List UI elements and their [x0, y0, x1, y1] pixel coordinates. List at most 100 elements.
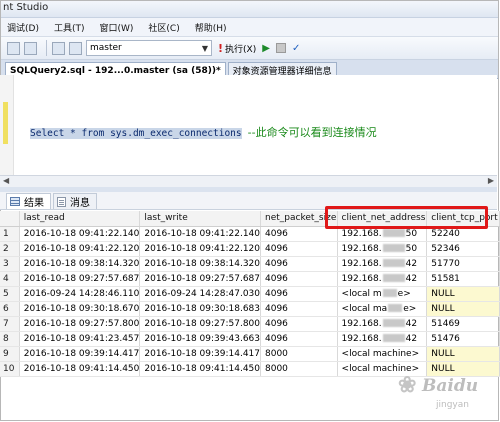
- code-line[interactable]: Select * from sys.dm_exec_connections --此…: [30, 124, 377, 140]
- cell-client-address[interactable]: 192.168. 42: [337, 331, 428, 347]
- cell-client-port[interactable]: NULL: [426, 286, 500, 302]
- address-visible-suffix: 42: [405, 258, 418, 269]
- row-number[interactable]: 6: [0, 301, 20, 317]
- save-icon[interactable]: [7, 41, 20, 55]
- cell-client-port[interactable]: 51581: [426, 271, 500, 287]
- execute-label: 执行(X): [225, 44, 257, 55]
- results-grid[interactable]: last_read last_write net_packet_size cli…: [0, 211, 500, 377]
- row-number[interactable]: 10: [0, 361, 20, 377]
- watermark-brand: Baidu: [422, 376, 479, 396]
- cell-last-read[interactable]: 2016-10-18 09:27:57.800: [19, 316, 141, 332]
- cell-last-read[interactable]: 2016-10-18 09:38:14.320: [19, 256, 141, 272]
- row-number[interactable]: 1: [0, 226, 20, 242]
- paw-logo-icon: ❀: [398, 372, 417, 398]
- cell-packet-size[interactable]: 4096: [260, 256, 338, 272]
- row-number[interactable]: 7: [0, 316, 20, 332]
- row-number[interactable]: 5: [0, 286, 20, 302]
- row-number[interactable]: 8: [0, 331, 20, 347]
- cell-packet-size[interactable]: 4096: [260, 331, 338, 347]
- cell-client-port[interactable]: 51770: [426, 256, 500, 272]
- cell-last-read[interactable]: 2016-09-24 14:28:46.110: [19, 286, 141, 302]
- editor-horizontal-scrollbar[interactable]: ◀ ▶: [0, 175, 497, 187]
- cell-last-read[interactable]: 2016-10-18 09:41:22.140: [19, 226, 141, 242]
- column-header[interactable]: last_write: [139, 211, 261, 227]
- cell-last-write[interactable]: 2016-10-18 09:39:43.663: [139, 331, 261, 347]
- cell-packet-size[interactable]: 4096: [260, 241, 338, 257]
- tab-messages[interactable]: 消息: [53, 193, 97, 209]
- menu-bar: 调试(D) 工具(T) 窗口(W) 社区(C) 帮助(H): [1, 18, 498, 37]
- table-row[interactable]: 9 2016-10-18 09:39:14.417 2016-10-18 09:39…: [0, 346, 500, 362]
- table-row[interactable]: 5 2016-09-24 14:28:46.110 2016-09-24 14:28…: [0, 286, 500, 302]
- cell-client-address[interactable]: 192.168. 42: [337, 271, 428, 287]
- table-row[interactable]: 6 2016-10-18 09:30:18.670 2016-10-18 09:30…: [0, 301, 500, 317]
- table-row[interactable]: 3 2016-10-18 09:38:14.320 2016-10-18 09:38…: [0, 256, 500, 272]
- cell-last-write[interactable]: 2016-10-18 09:41:22.120: [139, 241, 261, 257]
- table-row[interactable]: 2 2016-10-18 09:41:22.120 2016-10-18 09:41…: [0, 241, 500, 257]
- table-row[interactable]: 7 2016-10-18 09:27:57.800 2016-10-18 09:27…: [0, 316, 500, 332]
- redaction-blur: [382, 244, 405, 252]
- cell-client-port[interactable]: 51469: [426, 316, 500, 332]
- stop-icon[interactable]: [275, 43, 286, 53]
- menu-community[interactable]: 社区(C): [148, 21, 179, 34]
- menu-debug[interactable]: 调试(D): [7, 21, 39, 34]
- row-number-header[interactable]: [0, 211, 20, 227]
- cell-client-port[interactable]: NULL: [426, 301, 500, 317]
- cell-last-read[interactable]: 2016-10-18 09:30:18.670: [19, 301, 141, 317]
- cell-last-write[interactable]: 2016-10-18 09:41:14.450: [139, 361, 261, 377]
- cell-last-write[interactable]: 2016-09-24 14:28:47.030: [139, 286, 261, 302]
- table-row[interactable]: 8 2016-10-18 09:41:23.457 2016-10-18 09:39…: [0, 331, 500, 347]
- cell-last-write[interactable]: 2016-10-18 09:41:22.140: [139, 226, 261, 242]
- cell-last-read[interactable]: 2016-10-18 09:27:57.687: [19, 271, 141, 287]
- toolbar-separator: [46, 40, 47, 56]
- address-visible-part: 192.168.: [341, 333, 382, 344]
- cell-client-address[interactable]: <local machine>: [337, 346, 428, 362]
- query-editor[interactable]: Select * from sys.dm_exec_connections --此…: [0, 75, 497, 175]
- row-number[interactable]: 9: [0, 346, 20, 362]
- cell-last-read[interactable]: 2016-10-18 09:41:22.120: [19, 241, 141, 257]
- cell-client-address[interactable]: <local m e>: [337, 286, 428, 302]
- tab-results[interactable]: 结果: [6, 193, 51, 209]
- row-number[interactable]: 2: [0, 241, 20, 257]
- connect-icon[interactable]: [52, 41, 65, 55]
- cell-packet-size[interactable]: 4096: [260, 301, 338, 317]
- parse-check-icon[interactable]: ✓: [292, 43, 300, 54]
- scroll-right-icon[interactable]: ▶: [488, 176, 494, 185]
- cell-client-port[interactable]: NULL: [426, 346, 500, 362]
- cell-last-write[interactable]: 2016-10-18 09:30:18.683: [139, 301, 261, 317]
- menu-help[interactable]: 帮助(H): [195, 21, 227, 34]
- cell-client-address[interactable]: 192.168. 50: [337, 241, 428, 257]
- cell-packet-size[interactable]: 4096: [260, 316, 338, 332]
- cell-last-write[interactable]: 2016-10-18 09:39:14.417: [139, 346, 261, 362]
- row-number[interactable]: 4: [0, 271, 20, 287]
- object-explorer-icon[interactable]: [24, 41, 37, 55]
- cell-last-read[interactable]: 2016-10-18 09:41:23.457: [19, 331, 141, 347]
- window-title: nt Studio: [3, 2, 49, 13]
- cell-packet-size[interactable]: 4096: [260, 271, 338, 287]
- table-row[interactable]: 4 2016-10-18 09:27:57.687 2016-10-18 09:27…: [0, 271, 500, 287]
- cell-last-write[interactable]: 2016-10-18 09:27:57.800: [139, 316, 261, 332]
- cell-last-write[interactable]: 2016-10-18 09:27:57.687: [139, 271, 261, 287]
- menu-tools[interactable]: 工具(T): [54, 21, 85, 34]
- sql-statement[interactable]: Select * from sys.dm_exec_connections: [30, 128, 242, 139]
- cell-client-port[interactable]: 51476: [426, 331, 500, 347]
- cell-last-read[interactable]: 2016-10-18 09:41:14.450: [19, 361, 141, 377]
- address-visible-suffix: 50: [405, 228, 418, 239]
- menu-window[interactable]: 窗口(W): [99, 21, 133, 34]
- change-connection-icon[interactable]: [69, 41, 82, 55]
- scroll-left-icon[interactable]: ◀: [3, 176, 9, 185]
- cell-packet-size[interactable]: 8000: [260, 361, 338, 377]
- row-number[interactable]: 3: [0, 256, 20, 272]
- cell-client-address[interactable]: <local ma e>: [337, 301, 428, 317]
- cell-client-address[interactable]: 192.168. 42: [337, 316, 428, 332]
- cell-last-write[interactable]: 2016-10-18 09:38:14.320: [139, 256, 261, 272]
- database-select[interactable]: master ▼: [86, 40, 212, 56]
- cell-last-read[interactable]: 2016-10-18 09:39:14.417: [19, 346, 141, 362]
- cell-client-address[interactable]: 192.168. 42: [337, 256, 428, 272]
- address-visible-suffix: 50: [405, 243, 418, 254]
- cell-packet-size[interactable]: 8000: [260, 346, 338, 362]
- execute-button[interactable]: ! 执行(X): [218, 42, 256, 55]
- debug-play-icon[interactable]: ▶: [262, 43, 270, 54]
- cell-packet-size[interactable]: 4096: [260, 286, 338, 302]
- cell-client-port[interactable]: 52346: [426, 241, 500, 257]
- column-header[interactable]: last_read: [19, 211, 141, 227]
